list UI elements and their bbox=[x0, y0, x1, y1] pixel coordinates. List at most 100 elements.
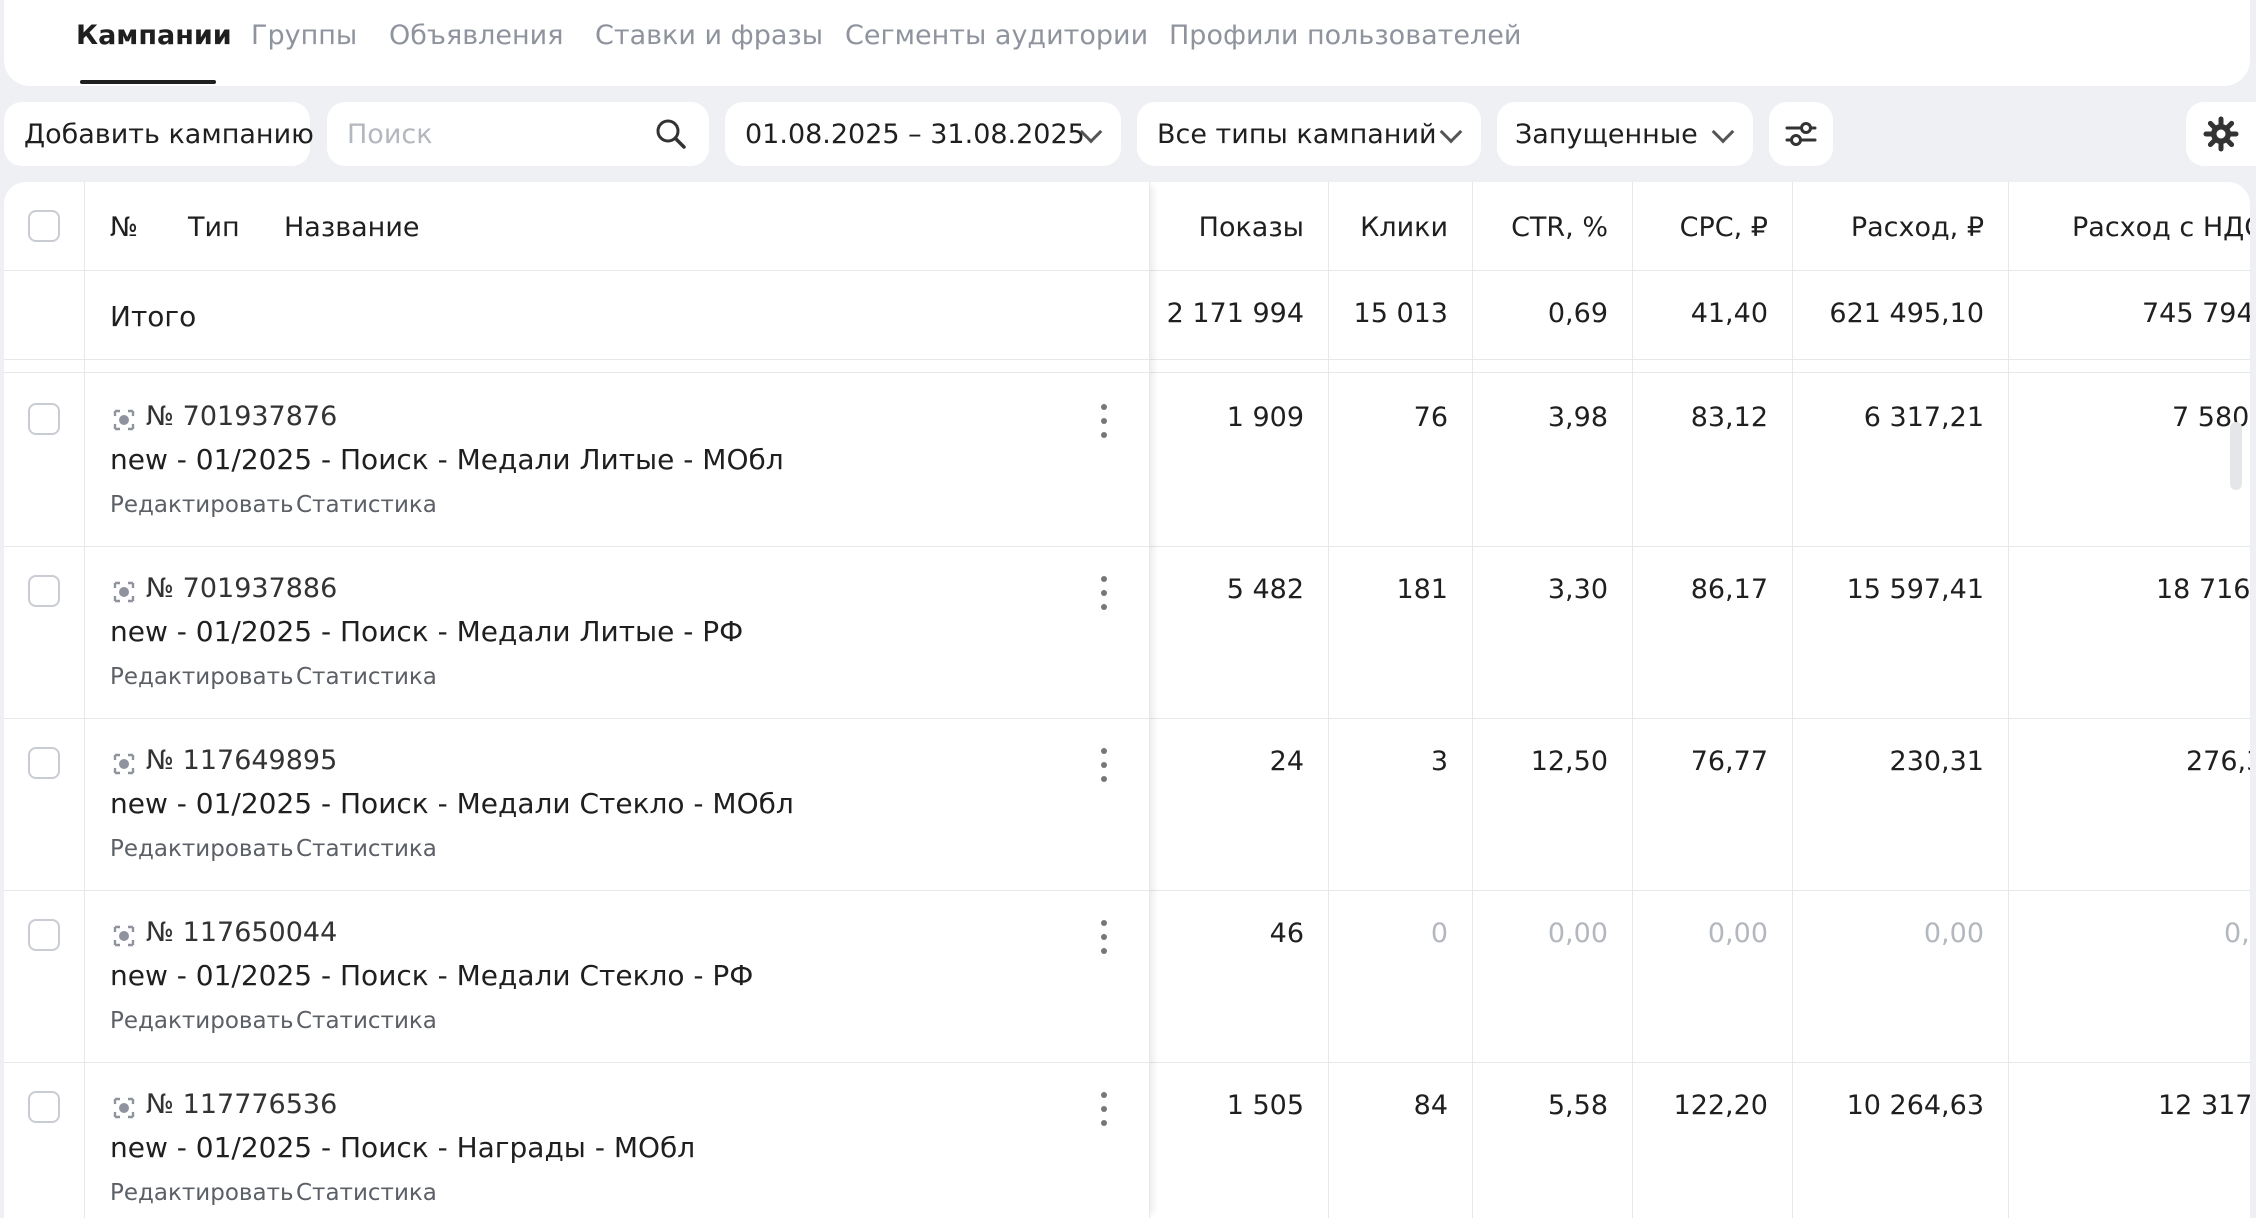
statistics-link[interactable]: Статистика bbox=[296, 492, 437, 518]
tab-bids-phrases[interactable]: Ставки и фразы bbox=[595, 20, 823, 51]
column-header-clicks[interactable]: Клики bbox=[1360, 212, 1448, 243]
chevron-down-icon bbox=[1439, 120, 1463, 144]
row-spend: 0,00 bbox=[1923, 918, 1984, 949]
edit-link[interactable]: Редактировать bbox=[110, 1008, 294, 1034]
row-checkbox[interactable] bbox=[28, 919, 60, 951]
row-ctr: 12,50 bbox=[1530, 746, 1608, 777]
column-header-spend-vat[interactable]: Расход с НДС, ₽ bbox=[2072, 212, 2250, 243]
tab-ads[interactable]: Объявления bbox=[389, 20, 563, 51]
campaign-id: № 117776536 bbox=[146, 1089, 338, 1120]
row-cpc: 83,12 bbox=[1690, 402, 1768, 433]
row-cpc: 86,17 bbox=[1690, 574, 1768, 605]
row-checkbox[interactable] bbox=[28, 747, 60, 779]
row-spend-vat: 276,37 bbox=[2186, 746, 2250, 777]
row-clicks: 181 bbox=[1396, 574, 1448, 605]
campaign-name[interactable]: new - 01/2025 - Поиск - Медали Стекло - … bbox=[110, 787, 794, 820]
edit-link[interactable]: Редактировать bbox=[110, 836, 294, 862]
column-header-type[interactable]: Тип bbox=[188, 212, 240, 243]
more-options-icon[interactable] bbox=[1100, 576, 1108, 610]
sliders-icon bbox=[1785, 122, 1817, 146]
status-filter-value: Запущенные bbox=[1515, 118, 1698, 150]
row-impressions: 24 bbox=[1269, 746, 1304, 777]
add-campaign-label: Добавить кампанию bbox=[24, 118, 314, 150]
row-clicks: 76 bbox=[1413, 402, 1448, 433]
more-options-icon[interactable] bbox=[1100, 1092, 1108, 1126]
statistics-link[interactable]: Статистика bbox=[296, 1180, 437, 1206]
row-cpc: 76,77 bbox=[1690, 746, 1768, 777]
campaign-type-icon bbox=[113, 1097, 135, 1119]
total-spend: 621 495,10 bbox=[1829, 298, 1984, 329]
campaign-name[interactable]: new - 01/2025 - Поиск - Медали Стекло - … bbox=[110, 959, 753, 992]
campaign-type-icon bbox=[113, 581, 135, 603]
row-spend-vat: 12 317,56 bbox=[2158, 1090, 2250, 1121]
total-row-label: Итого bbox=[110, 300, 197, 333]
more-options-icon[interactable] bbox=[1100, 748, 1108, 782]
total-spend-vat: 745 794,12 bbox=[2142, 298, 2250, 329]
row-checkbox[interactable] bbox=[28, 403, 60, 435]
total-cpc: 41,40 bbox=[1690, 298, 1768, 329]
column-header-name[interactable]: Название bbox=[284, 212, 419, 243]
campaign-id: № 117650044 bbox=[146, 917, 338, 948]
edit-link[interactable]: Редактировать bbox=[110, 1180, 294, 1206]
column-header-spend[interactable]: Расход, ₽ bbox=[1851, 212, 1984, 243]
select-all-checkbox[interactable] bbox=[28, 210, 60, 242]
campaign-name[interactable]: new - 01/2025 - Поиск - Награды - МОбл bbox=[110, 1131, 695, 1164]
row-spend: 230,31 bbox=[1889, 746, 1984, 777]
row-spend: 6 317,21 bbox=[1863, 402, 1984, 433]
campaigns-table: № Тип Название Итого № 701937876 new - 0… bbox=[4, 182, 2250, 1218]
table-settings-button[interactable] bbox=[2186, 102, 2256, 166]
row-clicks: 0 bbox=[1430, 918, 1448, 949]
tab-campaigns[interactable]: Кампании bbox=[76, 20, 232, 51]
column-header-cpc[interactable]: CPC, ₽ bbox=[1680, 212, 1768, 243]
row-impressions: 5 482 bbox=[1226, 574, 1304, 605]
row-checkbox[interactable] bbox=[28, 1091, 60, 1123]
row-impressions: 1 505 bbox=[1226, 1090, 1304, 1121]
edit-link[interactable]: Редактировать bbox=[110, 492, 294, 518]
row-impressions: 46 bbox=[1269, 918, 1304, 949]
row-spend: 10 264,63 bbox=[1846, 1090, 1984, 1121]
campaign-name[interactable]: new - 01/2025 - Поиск - Медали Литые - Р… bbox=[110, 615, 743, 648]
campaign-type-icon bbox=[113, 409, 135, 431]
search-input[interactable] bbox=[347, 116, 617, 152]
filter-settings-button[interactable] bbox=[1769, 102, 1833, 166]
tab-user-profiles[interactable]: Профили пользователей bbox=[1169, 20, 1521, 51]
tab-audience-segments[interactable]: Сегменты аудитории bbox=[845, 20, 1148, 51]
statistics-link[interactable]: Статистика bbox=[296, 664, 437, 690]
search-box bbox=[327, 102, 709, 166]
row-cpc: 0,00 bbox=[1707, 918, 1768, 949]
search-icon[interactable] bbox=[655, 118, 687, 150]
total-clicks: 15 013 bbox=[1353, 298, 1448, 329]
table-left-pane: № Тип Название Итого № 701937876 new - 0… bbox=[4, 182, 1150, 1218]
campaign-type-icon bbox=[113, 925, 135, 947]
column-header-impressions[interactable]: Показы bbox=[1199, 212, 1304, 243]
row-spend-vat: 0,00 bbox=[2224, 918, 2250, 949]
statistics-link[interactable]: Статистика bbox=[296, 836, 437, 862]
active-tab-indicator bbox=[80, 80, 216, 84]
row-ctr: 3,98 bbox=[1547, 402, 1608, 433]
row-cpc: 122,20 bbox=[1673, 1090, 1768, 1121]
campaign-type-icon bbox=[113, 753, 135, 775]
add-campaign-button[interactable]: Добавить кампанию bbox=[4, 102, 314, 166]
edit-link[interactable]: Редактировать bbox=[110, 664, 294, 690]
row-clicks: 3 bbox=[1430, 746, 1448, 777]
date-range-select[interactable]: 01.08.2025 – 31.08.2025 bbox=[725, 102, 1121, 166]
campaign-name[interactable]: new - 01/2025 - Поиск - Медали Литые - М… bbox=[110, 443, 784, 476]
column-header-ctr[interactable]: CTR, % bbox=[1511, 212, 1608, 243]
date-range-value: 01.08.2025 – 31.08.2025 bbox=[745, 118, 1085, 150]
row-checkbox[interactable] bbox=[28, 575, 60, 607]
more-options-icon[interactable] bbox=[1100, 404, 1108, 438]
row-spend: 15 597,41 bbox=[1846, 574, 1984, 605]
chevron-down-icon bbox=[1711, 120, 1735, 144]
row-ctr: 0,00 bbox=[1547, 918, 1608, 949]
status-filter-select[interactable]: Запущенные bbox=[1497, 102, 1753, 166]
more-options-icon[interactable] bbox=[1100, 920, 1108, 954]
tab-groups[interactable]: Группы bbox=[251, 20, 357, 51]
campaign-id: № 701937876 bbox=[146, 401, 338, 432]
campaign-type-select[interactable]: Все типы кампаний bbox=[1137, 102, 1481, 166]
campaign-type-value: Все типы кампаний bbox=[1157, 118, 1437, 150]
total-impressions: 2 171 994 bbox=[1166, 298, 1304, 329]
column-header-number[interactable]: № bbox=[110, 212, 138, 243]
statistics-link[interactable]: Статистика bbox=[296, 1008, 437, 1034]
table-metrics-pane: Показы Клики CTR, % CPC, ₽ Расход, ₽ Рас… bbox=[1150, 182, 2250, 1218]
vertical-scrollbar[interactable] bbox=[2230, 422, 2242, 490]
